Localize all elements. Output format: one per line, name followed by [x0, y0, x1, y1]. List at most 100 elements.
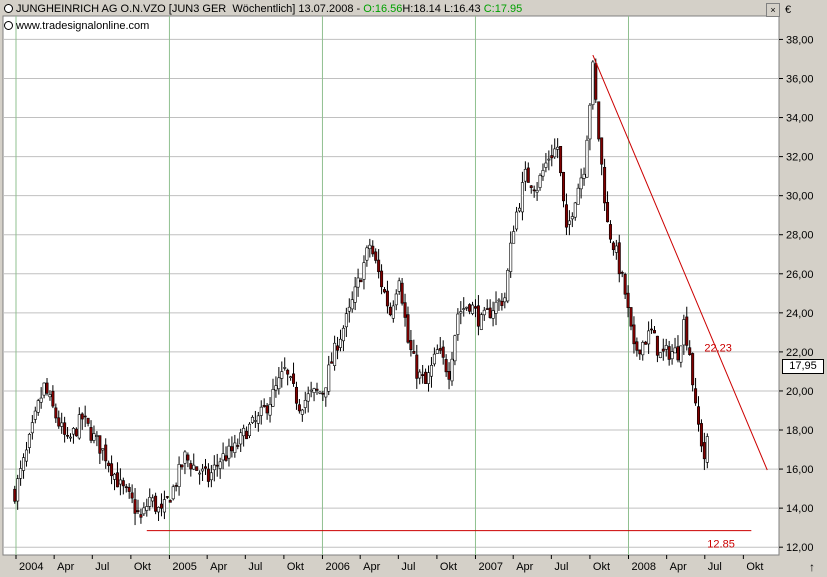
candle-body	[201, 468, 205, 472]
candle-body	[526, 167, 530, 183]
candle-body	[192, 464, 196, 470]
candle-body	[362, 262, 366, 280]
candle-body	[664, 345, 668, 350]
y-tick-label: 24,00	[786, 308, 814, 320]
candle-body	[341, 327, 345, 342]
candle-body	[333, 342, 337, 366]
x-tick-label: Apr	[670, 561, 687, 573]
candle-body	[529, 185, 533, 188]
candle-body	[347, 306, 351, 312]
candle-body	[582, 173, 586, 179]
candle-body	[198, 472, 202, 475]
candle-body	[265, 405, 269, 414]
candle-body	[142, 507, 146, 515]
candle-body	[356, 277, 360, 288]
candle-body	[239, 432, 243, 445]
candle-body	[306, 393, 310, 402]
candle-body	[374, 251, 378, 261]
candle-body	[385, 290, 389, 307]
candle-body	[27, 434, 31, 448]
candle-body	[245, 430, 249, 440]
symbol-icon	[4, 4, 13, 13]
x-tick-label: Jul	[401, 561, 415, 573]
candle-body	[444, 359, 448, 373]
candle-body	[48, 394, 52, 398]
candle-body	[600, 137, 604, 165]
candle-body	[688, 347, 692, 355]
candle-body	[174, 485, 178, 487]
candle-body	[682, 319, 686, 346]
ohlc-high: H:18.14	[402, 3, 441, 15]
candle-body	[564, 204, 568, 228]
ohlc-open: O:16.56	[363, 3, 403, 15]
candle-body	[63, 422, 67, 435]
x-tick-label: Okt	[746, 561, 763, 573]
x-tick-label: Okt	[593, 561, 610, 573]
candle-body	[256, 415, 260, 424]
candle-body	[130, 492, 134, 499]
candle-body	[368, 244, 372, 250]
candle-body	[632, 324, 636, 345]
candle-body	[233, 442, 237, 453]
x-tick-label: Apr	[363, 561, 380, 573]
candle-body	[124, 486, 128, 489]
candle-body	[248, 423, 252, 436]
candle-body	[338, 338, 342, 348]
candle-body	[30, 422, 34, 434]
candle-body	[650, 328, 654, 331]
candle-body	[19, 468, 23, 479]
candle-body	[471, 304, 475, 314]
candle-body	[597, 101, 601, 140]
candle-body	[157, 506, 161, 513]
candle-body	[327, 364, 331, 392]
candle-body	[456, 313, 460, 335]
x-tick-label: Okt	[287, 561, 304, 573]
x-tick-label: Jul	[708, 561, 722, 573]
candle-body	[403, 302, 407, 318]
x-tick-label: Jul	[554, 561, 568, 573]
candle-body	[591, 61, 595, 106]
candle-body	[603, 166, 607, 204]
close-button[interactable]: ×	[766, 3, 780, 17]
candle-body	[177, 463, 181, 487]
candle-body	[377, 259, 381, 273]
candle-body	[212, 464, 216, 471]
candle-body	[312, 388, 316, 393]
scroll-up-arrow-icon[interactable]: ↑	[809, 560, 815, 574]
candle-body	[485, 308, 489, 310]
candle-body	[429, 365, 433, 377]
candle-body	[585, 139, 589, 178]
candle-body	[670, 351, 674, 360]
candle-body	[594, 63, 598, 100]
trendline-label: 22.23	[704, 342, 732, 354]
candle-body	[221, 453, 225, 461]
candle-body	[694, 388, 698, 404]
candle-body	[297, 404, 301, 412]
candle-body	[121, 480, 125, 487]
candle-body	[520, 182, 524, 213]
ohlc-close: C:17.95	[483, 3, 523, 15]
candle-body	[136, 510, 140, 512]
candle-body	[101, 448, 105, 451]
candle-body	[206, 468, 210, 482]
candle-body	[588, 104, 592, 140]
x-tick-label: Apr	[57, 561, 74, 573]
candle-body	[667, 346, 671, 360]
candle-body	[98, 435, 102, 454]
candle-body	[614, 245, 618, 253]
candle-body	[567, 220, 571, 225]
candle-body	[697, 406, 701, 425]
candle-body	[209, 472, 213, 481]
candle-body	[151, 497, 155, 502]
candle-body	[691, 353, 695, 386]
candle-body	[39, 397, 43, 403]
candle-body	[476, 305, 480, 327]
candle-body	[623, 274, 627, 295]
candle-body	[286, 369, 290, 375]
candle-body	[638, 349, 642, 355]
x-tick-label: Okt	[134, 561, 151, 573]
candle-body	[441, 346, 445, 358]
candle-body	[268, 404, 272, 416]
candle-body	[113, 473, 117, 480]
candle-body	[556, 146, 560, 150]
